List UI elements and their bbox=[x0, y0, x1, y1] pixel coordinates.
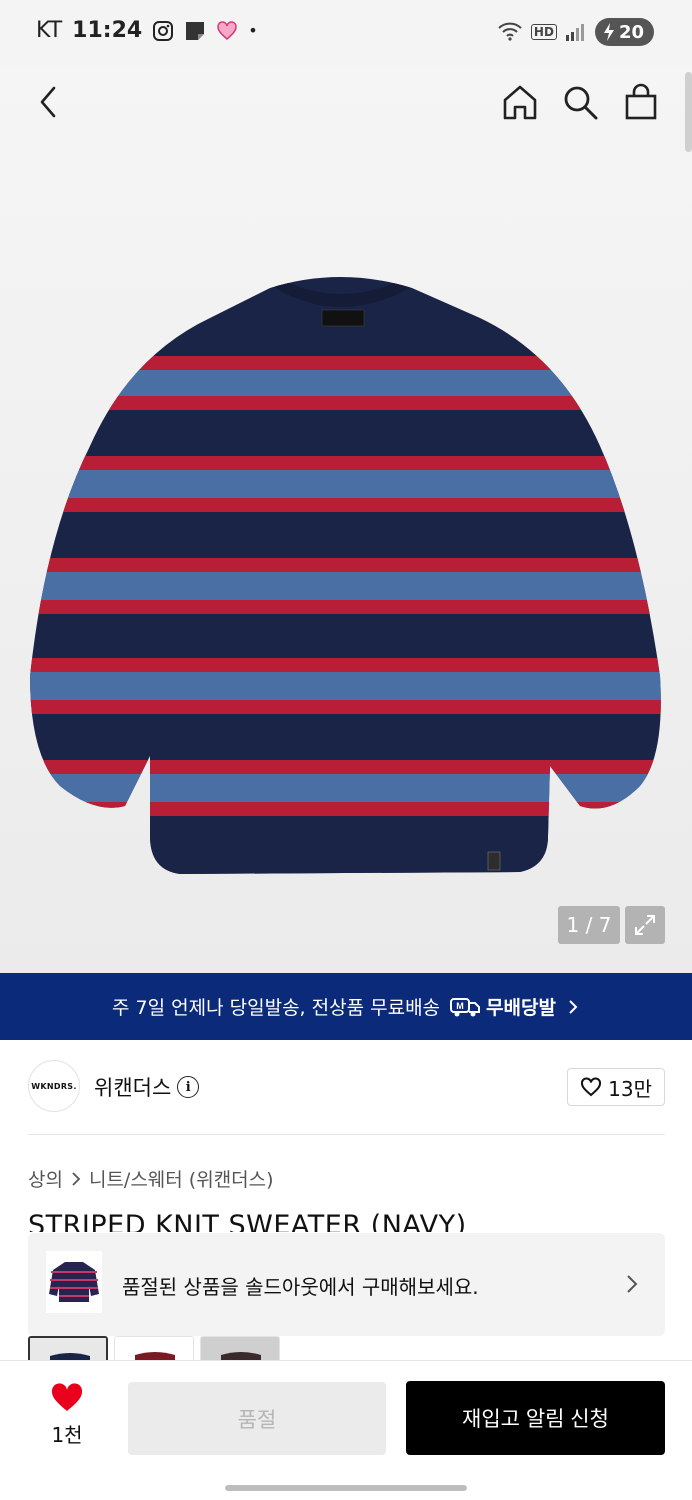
status-bar: KT 11:24 • HD 20 bbox=[0, 0, 692, 66]
heart-filled-icon bbox=[51, 1383, 83, 1411]
soldout-marketplace-card[interactable]: 품절된 상품을 솔드아웃에서 구매해보세요. bbox=[28, 1233, 665, 1336]
product-like-count: 1천 bbox=[51, 1423, 83, 1447]
delivery-truck-icon: M bbox=[450, 997, 481, 1016]
color-swatch-list bbox=[28, 1336, 280, 1360]
soldout-button: 품절 bbox=[128, 1382, 386, 1455]
promo-brand-label: 무배당발 bbox=[486, 997, 556, 1019]
info-icon[interactable]: i bbox=[177, 1076, 200, 1098]
brand-like-count: 13만 bbox=[608, 1076, 652, 1101]
breadcrumb-category[interactable]: 상의 bbox=[28, 1165, 63, 1192]
product-image bbox=[30, 277, 661, 874]
brand-name: 위캔더스 bbox=[94, 1076, 172, 1100]
home-indicator[interactable] bbox=[225, 1485, 467, 1491]
promo-brand: M 무배당발 bbox=[450, 993, 556, 1020]
swatch-charcoal[interactable] bbox=[200, 1336, 280, 1360]
sweater-thumbnail-image bbox=[49, 1262, 99, 1302]
restock-alert-button[interactable]: 재입고 알림 신청 bbox=[406, 1381, 665, 1455]
chevron-right-icon bbox=[569, 999, 578, 1014]
promo-text: 주 7일 언제나 당일발송, 전상품 무료배송 bbox=[112, 997, 441, 1019]
battery-level: 20 bbox=[618, 21, 644, 43]
product-image-viewer[interactable]: 1 / 7 bbox=[0, 66, 692, 973]
carrier-label: KT bbox=[36, 18, 63, 43]
brand-like-button[interactable]: 13만 bbox=[567, 1068, 665, 1106]
chevron-right-icon bbox=[627, 1275, 638, 1293]
divider bbox=[28, 1134, 665, 1135]
charging-bolt-icon bbox=[603, 23, 614, 41]
expand-button[interactable] bbox=[625, 906, 665, 944]
product-like-button[interactable]: 1천 bbox=[44, 1383, 90, 1448]
image-counter: 1 / 7 bbox=[558, 906, 620, 944]
expand-icon bbox=[635, 915, 655, 935]
brand-link[interactable]: 위캔더스 i bbox=[94, 1072, 200, 1102]
delivery-promo-banner[interactable]: 주 7일 언제나 당일발송, 전상품 무료배송 M 무배당발 bbox=[0, 973, 692, 1040]
note-icon bbox=[186, 21, 205, 40]
signal-icon bbox=[565, 24, 584, 41]
soldout-notice-text: 품절된 상품을 솔드아웃에서 구매해보세요. bbox=[122, 1275, 479, 1299]
swatch-navy-image bbox=[30, 1338, 106, 1360]
swatch-red-image bbox=[115, 1337, 193, 1360]
clock: 11:24 bbox=[72, 18, 143, 43]
battery-indicator: 20 bbox=[594, 18, 654, 46]
brand-logo-text: WKNDRS. bbox=[31, 1081, 77, 1091]
notification-dot-icon: • bbox=[248, 21, 258, 40]
brand-logo[interactable]: WKNDRS. bbox=[28, 1060, 80, 1112]
product-title: STRIPED KNIT SWEATER (NAVY) bbox=[28, 1210, 467, 1232]
hd-badge: HD bbox=[530, 24, 557, 40]
swatch-red[interactable] bbox=[114, 1336, 194, 1360]
bottom-action-bar: 1천 품절 재입고 알림 신청 bbox=[0, 1360, 692, 1500]
brand-row: WKNDRS. 위캔더스 i 13만 bbox=[28, 1058, 665, 1114]
breadcrumb: 상의 니트/스웨터 (위캔더스) bbox=[28, 1165, 274, 1192]
wifi-icon bbox=[498, 22, 522, 41]
swatch-charcoal-image bbox=[201, 1337, 279, 1360]
chevron-right-icon bbox=[72, 1171, 81, 1186]
swatch-navy[interactable] bbox=[28, 1336, 108, 1360]
breadcrumb-subcategory[interactable]: 니트/스웨터 (위캔더스) bbox=[89, 1165, 274, 1192]
truck-mark: M bbox=[456, 1001, 464, 1011]
heart-outline-icon bbox=[581, 1077, 602, 1097]
heart-status-icon bbox=[217, 20, 237, 40]
instagram-icon bbox=[153, 20, 174, 41]
soldout-thumbnail bbox=[46, 1251, 102, 1313]
